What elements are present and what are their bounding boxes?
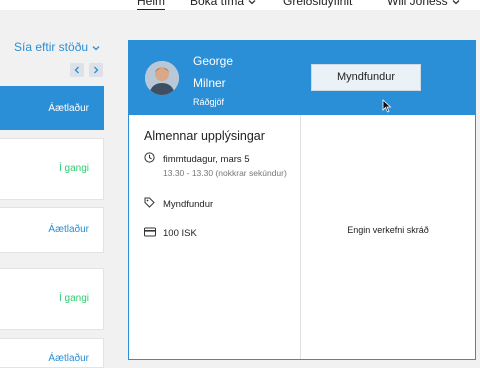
appointment-list-item[interactable]: Áætlaður	[0, 86, 104, 130]
appointment-list-item[interactable]: Í gangi	[0, 268, 104, 330]
section-title: Almennar upplýsingar	[144, 129, 265, 143]
avatar	[145, 61, 179, 95]
top-navigation: Heim Bóka tíma Greiðsluyfirlit Will Jone…	[0, 0, 480, 10]
tasks-section: Engin verkefni skráð	[301, 115, 475, 359]
chevron-down-icon	[451, 0, 461, 7]
chevron-left-icon	[74, 66, 79, 74]
advisor-last-name: Milner	[193, 76, 226, 90]
tag-icon	[144, 197, 155, 208]
appointment-price: 100 ISK	[163, 228, 197, 239]
appointment-time: 13.30 - 13.30 (nokkrar sekúndur)	[163, 168, 287, 178]
appointment-list-item[interactable]: Áætlaður	[0, 207, 104, 253]
clock-icon	[144, 152, 155, 163]
advisor-role: Ráðgjöf	[193, 97, 225, 107]
appointment-status: Áætlaður	[48, 103, 89, 114]
nav-book-appointment[interactable]: Bóka tíma	[190, 0, 257, 8]
video-meeting-button[interactable]: Myndfundur	[311, 64, 421, 91]
nav-home[interactable]: Heim	[137, 0, 166, 10]
appointment-date: fimmtudagur, mars 5	[163, 154, 250, 165]
chevron-down-icon	[247, 0, 257, 7]
appointment-type: Myndfundur	[163, 199, 214, 210]
nav-user-menu[interactable]: Will Joness	[387, 0, 461, 8]
appointment-status: Áætlaður	[48, 353, 89, 364]
advisor-header: George Milner Ráðgjöf Myndfundur	[129, 41, 475, 115]
chevron-down-icon	[91, 43, 101, 53]
status-filter-dropdown[interactable]: Sía eftir stöðu	[14, 40, 101, 54]
appointment-list-item[interactable]: Í gangi	[0, 138, 104, 200]
appointment-detail-panel: George Milner Ráðgjöf Myndfundur Almenna…	[128, 40, 476, 360]
appointment-status: Áætlaður	[48, 224, 89, 235]
chevron-right-icon	[94, 66, 99, 74]
appointment-status: Í gangi	[58, 163, 89, 174]
appointment-status: Í gangi	[58, 293, 89, 304]
previous-page-button[interactable]	[70, 63, 84, 77]
nav-user-name: Will Joness	[387, 0, 448, 8]
empty-tasks-message: Engin verkefni skráð	[347, 225, 429, 235]
next-page-button[interactable]	[89, 63, 103, 77]
status-filter-label: Sía eftir stöðu	[14, 40, 89, 54]
nav-payments[interactable]: Greiðsluyfirlit	[283, 0, 352, 8]
nav-book-label: Bóka tíma	[190, 0, 245, 8]
advisor-first-name: George	[193, 54, 234, 68]
credit-card-icon	[144, 227, 156, 237]
general-info-section: Almennar upplýsingar fimmtudagur, mars 5…	[129, 115, 301, 359]
mouse-cursor-icon	[382, 99, 392, 113]
